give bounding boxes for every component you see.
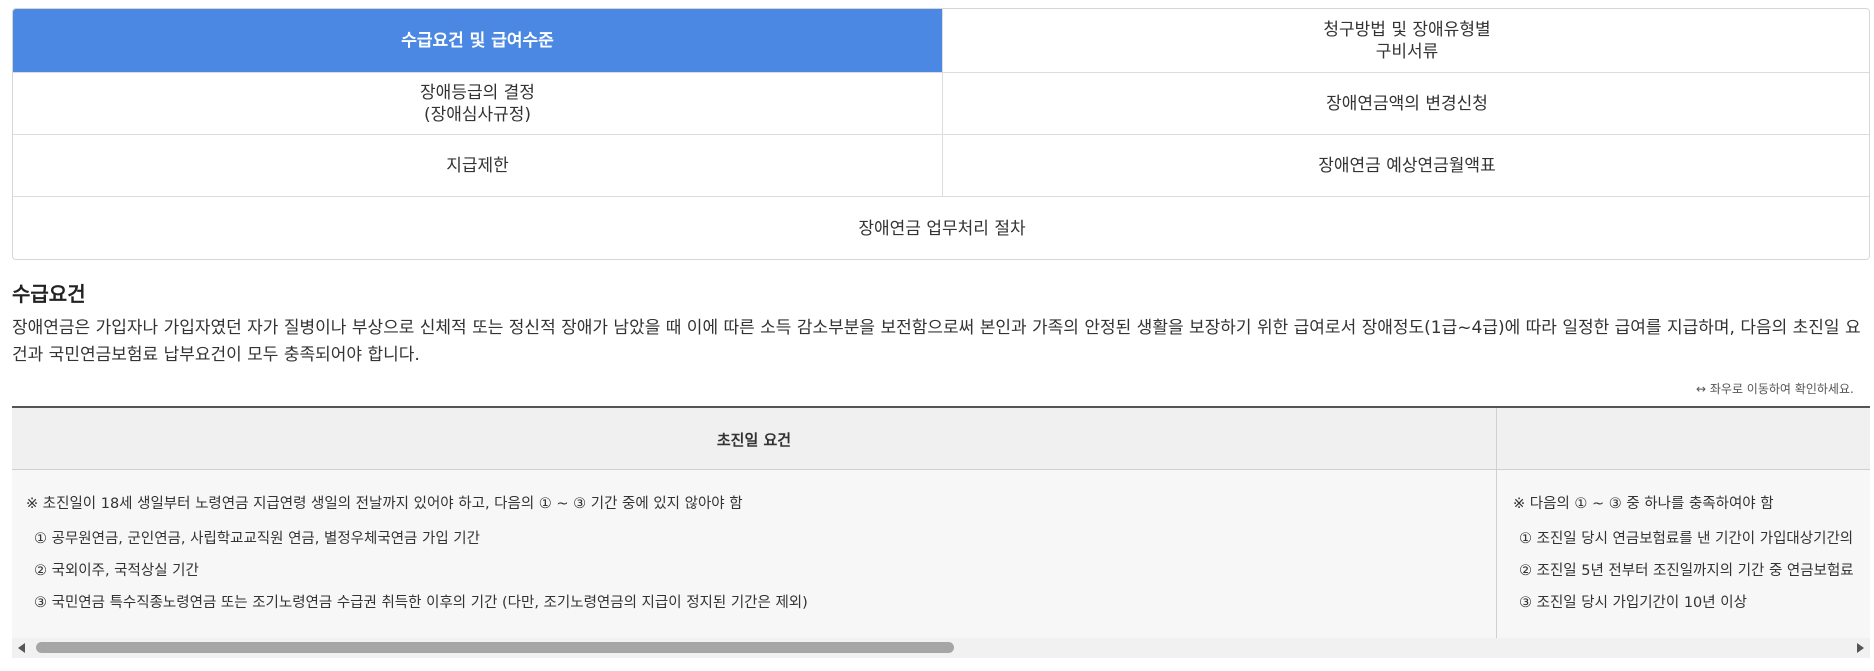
tab-label: 장애연금 업무처리 절차 (858, 219, 1026, 239)
tab-label: 지급제한 (446, 155, 509, 176)
list-item: ② 국외이주, 국적상실 기간 (34, 563, 199, 579)
list-item: ① 공무원연금, 군인연금, 사립학교교직원 연금, 별정우체국연금 가입 기간 (34, 531, 480, 547)
horizontal-scrollbar[interactable] (12, 638, 1870, 658)
tab-label: 수급요건 및 급여수준 (401, 30, 554, 51)
tab-disability-grade[interactable]: 장애등급의 결정 (장애심사규정) (13, 73, 943, 135)
tab-claim-documents[interactable]: 청구방법 및 장애유형별 구비서류 (943, 9, 1869, 73)
section-intro: 장애연금은 가입자나 가입자였던 자가 질병이나 부상으로 신체적 또는 정신적… (12, 318, 1861, 365)
list-item: ① 조진일 당시 연금보험료를 낸 기간이 가입대상기간의 (1519, 531, 1854, 547)
tab-label: 장애연금 예상연금월액표 (1318, 155, 1496, 176)
table-row: ※ 초진일이 18세 생일부터 노령연금 지급연령 생일의 전날까지 있어야 하… (12, 470, 1870, 638)
tab-payment-restriction[interactable]: 지급제한 (13, 135, 943, 197)
tab-eligibility-benefits[interactable]: 수급요건 및 급여수준 (13, 9, 943, 73)
table-cell-first-visit: ※ 초진일이 18세 생일부터 노령연금 지급연령 생일의 전날까지 있어야 하… (12, 470, 1497, 638)
scroll-hint: ↔ 좌우로 이동하여 확인하세요. (1696, 382, 1854, 396)
tab-expected-pension-table[interactable]: 장애연금 예상연금월액표 (943, 135, 1869, 197)
tab-menu: 수급요건 및 급여수준 청구방법 및 장애유형별 구비서류 장애등급의 결정 (… (12, 8, 1870, 260)
cell-note: ※ 다음의 ① ~ ③ 중 하나를 충족하여야 함 (1513, 496, 1774, 512)
table-header-second (1497, 408, 1870, 470)
scroll-left-icon[interactable] (18, 643, 25, 653)
tab-label: 장애등급의 결정 (장애심사규정) (420, 82, 535, 125)
list-item: ② 조진일 5년 전부터 조진일까지의 기간 중 연금보험료 (1519, 563, 1854, 579)
table-header-first-visit: 초진일 요건 (12, 408, 1497, 470)
table-cell-contribution: ※ 다음의 ① ~ ③ 중 하나를 충족하여야 함 ① 조진일 당시 연금보험료… (1497, 470, 1870, 638)
tab-label: 청구방법 및 장애유형별 구비서류 (1323, 19, 1491, 62)
tab-amount-change[interactable]: 장애연금액의 변경신청 (943, 73, 1869, 135)
scroll-right-icon[interactable] (1857, 643, 1864, 653)
tab-processing-procedure[interactable]: 장애연금 업무처리 절차 (13, 197, 1869, 259)
section-title: 수급요건 (12, 282, 86, 306)
table-header-row: 초진일 요건 (12, 406, 1870, 470)
list-item: ③ 국민연금 특수직종노령연금 또는 조기노령연금 수급권 취득한 이후의 기간… (34, 595, 808, 611)
tab-label: 장애연금액의 변경신청 (1326, 93, 1488, 114)
list-item: ③ 조진일 당시 가입기간이 10년 이상 (1519, 595, 1747, 611)
cell-note: ※ 초진일이 18세 생일부터 노령연금 지급연령 생일의 전날까지 있어야 하… (26, 496, 743, 512)
scrollbar-thumb[interactable] (36, 642, 954, 653)
requirements-table[interactable]: 초진일 요건 ※ 초진일이 18세 생일부터 노령연금 지급연령 생일의 전날까… (12, 406, 1870, 638)
